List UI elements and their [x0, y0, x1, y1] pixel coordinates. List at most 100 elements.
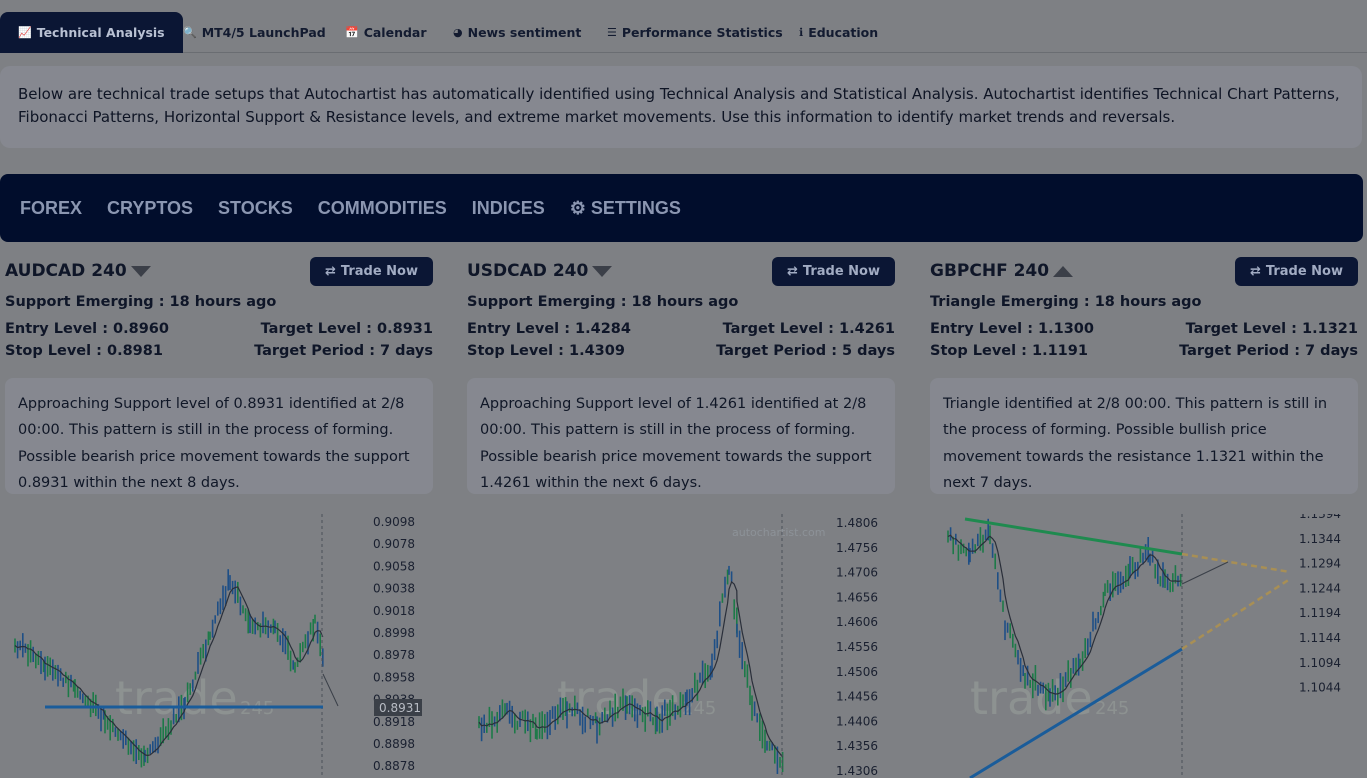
- axis-tick-label: 1.1044: [1299, 681, 1341, 695]
- pattern-description: Triangle identified at 2/8 00:00. This p…: [930, 378, 1358, 494]
- card-header: USDCAD 240 ⇄ Trade Now: [467, 255, 895, 287]
- tab-news-sentiment[interactable]: ◕ News sentiment: [453, 12, 581, 53]
- axis-tick-label: 1.1394: [1299, 514, 1341, 521]
- axis-tick-label: 1.4606: [836, 615, 878, 629]
- projection-arrow: [322, 673, 339, 707]
- entry-level: Entry Level : 0.8960: [5, 321, 169, 337]
- tab-label: Calendar: [363, 25, 427, 40]
- tab-label: MT4/5 LaunchPad: [201, 25, 326, 40]
- axis-tick-label: 1.4506: [836, 665, 878, 679]
- pattern-status: Triangle Emerging : 18 hours ago: [930, 294, 1202, 310]
- tab-label: Performance Statistics: [621, 25, 783, 40]
- axis-tick-label: 1.1144: [1299, 631, 1341, 645]
- tab-label: News sentiment: [467, 25, 582, 40]
- target-period: Target Period : 5 days: [716, 343, 895, 359]
- pattern-status: Support Emerging : 18 hours ago: [5, 294, 277, 310]
- axis-tick-label: 1.4406: [836, 714, 878, 728]
- price-chart: trade2450.90980.90780.90580.90380.90180.…: [5, 514, 433, 778]
- search-icon: 🔍: [183, 26, 197, 39]
- category-cryptos[interactable]: CRYPTOS: [107, 198, 193, 219]
- category-settings[interactable]: ⚙ SETTINGS: [570, 198, 681, 219]
- axis-tick-label: 1.4756: [836, 541, 878, 555]
- symbol-label: AUDCAD 240: [5, 261, 127, 281]
- axis-tick-label: 1.4706: [836, 566, 878, 580]
- axis-tick-label: 0.8898: [373, 737, 415, 751]
- category-indices[interactable]: INDICES: [472, 198, 545, 219]
- axis-tick-label: 1.4806: [836, 516, 878, 530]
- trade-now-button[interactable]: ⇄ Trade Now: [1235, 257, 1358, 286]
- watermark-logo: trade: [970, 671, 1093, 725]
- price-chart: trade 245 1.1394 1.1344 1.1294 1.1244 1.1194 1.…: [930, 507, 1358, 778]
- entry-level: Entry Level : 1.1300: [930, 321, 1094, 337]
- gauge-icon: ◕: [453, 26, 463, 39]
- projection-arrow: [1181, 561, 1229, 585]
- target-period: Target Period : 7 days: [254, 343, 433, 359]
- top-tab-bar: 📈 Technical Analysis 🔍 MT4/5 LaunchPad 📅…: [0, 0, 1367, 53]
- tab-technical-analysis[interactable]: 📈 Technical Analysis: [0, 12, 183, 53]
- pattern-description: Approaching Support level of 1.4261 iden…: [467, 378, 895, 494]
- trade-now-label: Trade Now: [340, 264, 418, 279]
- axis-tick-label: 0.8878: [373, 759, 415, 773]
- pattern-description: Approaching Support level of 0.8931 iden…: [5, 378, 433, 494]
- target-period: Target Period : 7 days: [1179, 343, 1358, 359]
- setup-card-usdcad: USDCAD 240 ⇄ Trade Now Support Emerging …: [467, 255, 895, 778]
- calendar-icon: 📅: [345, 26, 359, 39]
- axis-tick-label: 1.4556: [836, 640, 878, 654]
- arrow-down-icon: [592, 265, 613, 277]
- axis-tick-label: 1.1344: [1299, 532, 1341, 546]
- exchange-icon: ⇄: [325, 264, 336, 279]
- symbol-title: GBPCHF 240: [930, 261, 1074, 281]
- tab-performance-statistics[interactable]: ☰ Performance Statistics: [607, 12, 783, 53]
- axis-tick-label: 1.4456: [836, 690, 878, 704]
- trade-now-label: Trade Now: [1265, 264, 1343, 279]
- axis-tick-label: 0.8918: [373, 715, 415, 729]
- axis-tick-label: 0.8978: [373, 648, 415, 662]
- tab-label: Technical Analysis: [36, 25, 165, 40]
- card-header: GBPCHF 240 ⇄ Trade Now: [930, 255, 1358, 287]
- trade-now-label: Trade Now: [802, 264, 880, 279]
- axis-tick-label: 0.9098: [373, 515, 415, 529]
- trade-now-button[interactable]: ⇄ Trade Now: [310, 257, 433, 286]
- axis-tick-label: 1.4306: [836, 764, 878, 778]
- arrow-down-icon: [130, 265, 151, 277]
- target-level: Target Level : 1.1321: [1185, 321, 1358, 337]
- price-marker-label: 0.8931: [379, 701, 421, 715]
- exchange-icon: ⇄: [787, 264, 798, 279]
- category-commodities[interactable]: COMMODITIES: [318, 198, 447, 219]
- projection-lower: [1181, 577, 1291, 651]
- tab-education[interactable]: ℹ Education: [799, 12, 878, 53]
- chart-svg: trade 245 1.1394 1.1344 1.1294 1.1244 1.1194 1.…: [947, 507, 1341, 778]
- axis-tick-label: 0.8958: [373, 670, 415, 684]
- setup-card-audcad: AUDCAD 240 ⇄ Trade Now Support Emerging …: [5, 255, 433, 778]
- entry-level: Entry Level : 1.4284: [467, 321, 631, 337]
- axis-tick-label: 1.1244: [1299, 581, 1341, 595]
- symbol-label: USDCAD 240: [467, 261, 589, 281]
- symbol-title: USDCAD 240: [467, 261, 613, 281]
- exchange-icon: ⇄: [1250, 264, 1261, 279]
- axis-tick-label: 0.9078: [373, 537, 415, 551]
- axis-tick-label: 0.9038: [373, 582, 415, 596]
- tab-label: Education: [808, 25, 879, 40]
- stop-level: Stop Level : 0.8981: [5, 343, 163, 359]
- stop-level: Stop Level : 1.1191: [930, 343, 1088, 359]
- axis-tick-label: 1.1094: [1299, 656, 1341, 670]
- axis-tick-label: 1.4356: [836, 739, 878, 753]
- stop-level: Stop Level : 1.4309: [467, 343, 625, 359]
- axis-tick-label: 0.8998: [373, 626, 415, 640]
- category-stocks[interactable]: STOCKS: [218, 198, 293, 219]
- tab-calendar[interactable]: 📅 Calendar: [345, 12, 427, 53]
- chart-svg: trade 245autochartist.com1.48061.47561.47…: [478, 514, 878, 778]
- axis-tick-label: 1.1294: [1299, 557, 1341, 571]
- tab-launchpad[interactable]: 🔍 MT4/5 LaunchPad: [183, 12, 326, 53]
- trade-now-button[interactable]: ⇄ Trade Now: [772, 257, 895, 286]
- target-level: Target Level : 0.8931: [260, 321, 433, 337]
- setup-card-gbpchf: GBPCHF 240 ⇄ Trade Now Triangle Emerging…: [930, 255, 1358, 778]
- target-level: Target Level : 1.4261: [722, 321, 895, 337]
- chart-line-icon: 📈: [18, 26, 32, 39]
- settings-label: SETTINGS: [590, 197, 681, 218]
- axis-tick-label: 1.4656: [836, 590, 878, 604]
- category-forex[interactable]: FOREX: [20, 198, 82, 219]
- arrow-up-icon: [1053, 265, 1074, 277]
- category-bar: FOREX CRYPTOS STOCKS COMMODITIES INDICES…: [0, 174, 1363, 242]
- chart-credit: autochartist.com: [732, 526, 825, 539]
